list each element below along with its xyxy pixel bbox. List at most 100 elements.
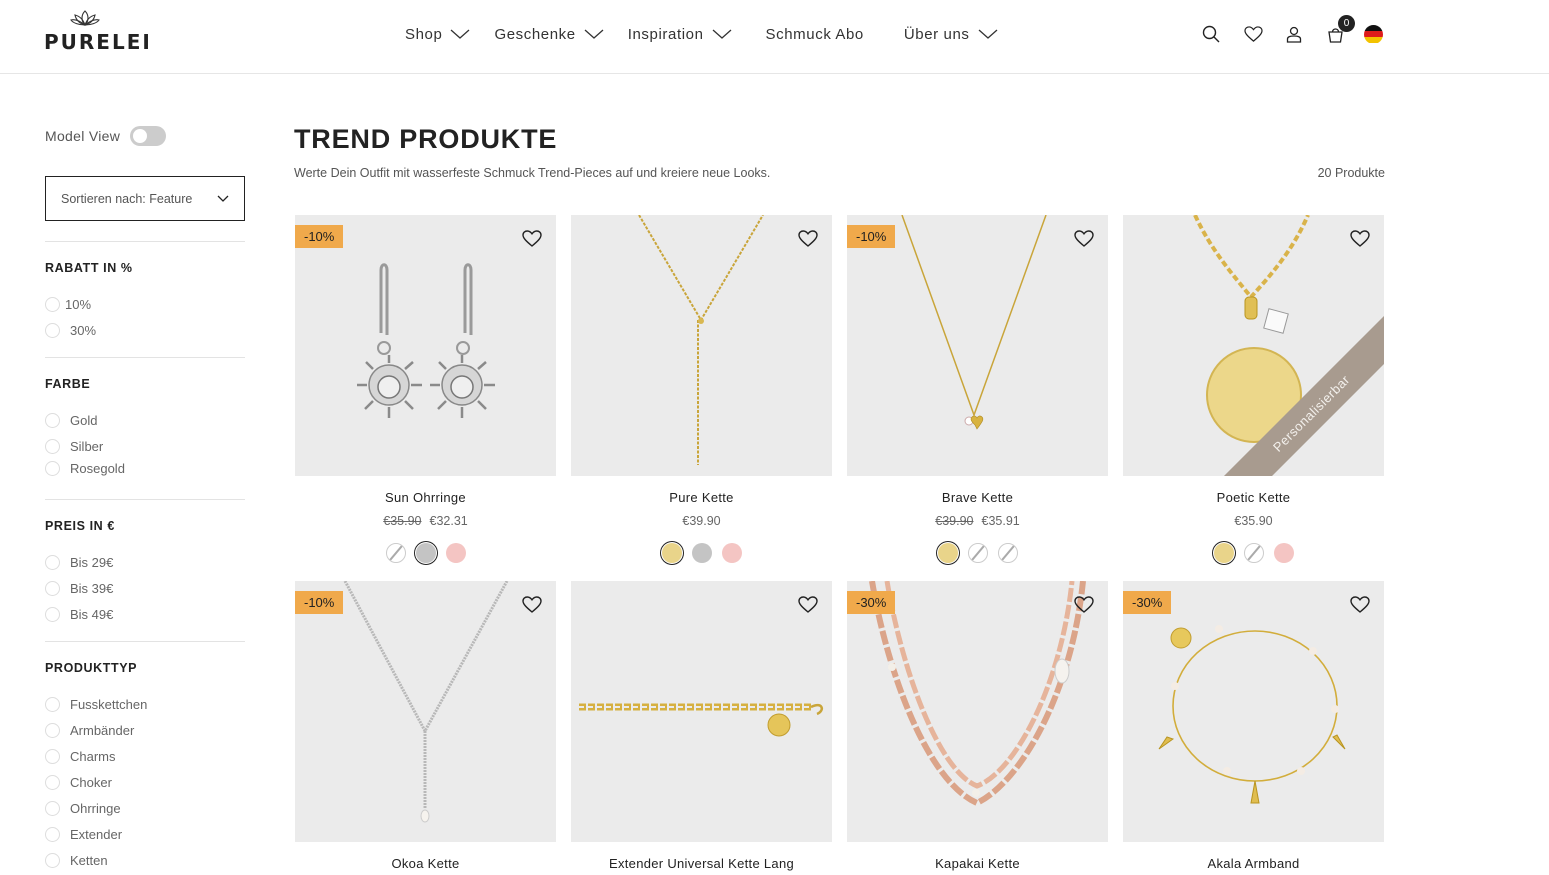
search-button[interactable] [1200,23,1222,45]
filter-option[interactable]: Fusskettchen [45,697,147,712]
user-icon [1286,26,1302,43]
swatch-rose[interactable] [445,543,466,563]
heart-icon[interactable] [798,230,818,248]
radio-button[interactable] [45,461,60,476]
filter-option[interactable]: Rosegold [45,461,125,476]
swatch-rose-unavailable[interactable] [997,543,1018,563]
product-card[interactable]: Pure Kette €39.90 [571,215,832,563]
radio-button[interactable] [45,297,60,312]
swatch-gold[interactable] [661,543,682,563]
filter-option[interactable]: Armbänder [45,723,134,738]
product-image[interactable]: -10% [847,215,1108,476]
product-image[interactable]: Personalisierbar [1123,215,1384,476]
filter-option[interactable]: Charms [45,749,116,764]
radio-button[interactable] [45,413,60,428]
swatch-rose[interactable] [1273,543,1294,563]
nav-item-shop[interactable]: Shop [405,24,470,44]
sort-label: Sortieren nach: Feature [61,191,193,206]
swatch-gold[interactable] [937,543,958,563]
heart-icon[interactable] [1074,230,1094,248]
current-price: €35.90 [1234,514,1273,528]
swatch-silver-unavailable[interactable] [1243,543,1264,563]
heart-icon[interactable] [1074,596,1094,614]
product-card[interactable]: -30% Akala Armband [1123,581,1384,871]
heart-icon[interactable] [1350,596,1370,614]
filter-option-label: Fusskettchen [70,697,148,712]
product-name[interactable]: Sun Ohrringe [295,490,556,505]
flag-de-icon[interactable] [1364,24,1383,44]
swatch-silver-unavailable[interactable] [967,543,988,563]
product-name[interactable]: Akala Armband [1123,856,1384,871]
product-card[interactable]: Personalisierbar Poetic Kette €35.90 [1123,215,1384,563]
nav-item-inspiration[interactable]: Inspiration [628,24,732,44]
radio-button[interactable] [45,323,60,338]
product-card[interactable]: -10% Sun Ohrringe €35.90 €32.31 [295,215,556,563]
model-view-toggle[interactable] [130,126,167,146]
kapakai-necklace-image [869,581,1086,807]
product-name[interactable]: Poetic Kette [1123,490,1384,505]
radio-button[interactable] [45,607,60,622]
radio-button[interactable] [45,853,60,868]
product-card[interactable]: -10% Okoa Kette [295,581,556,871]
product-name[interactable]: Brave Kette [847,490,1108,505]
filter-option-label: Ohrringe [70,801,121,816]
radio-button[interactable] [45,555,60,570]
nav-item-geschenke[interactable]: Geschenke [494,24,604,44]
product-card[interactable]: Extender Universal Kette Lang [571,581,832,871]
wishlist-button[interactable] [1242,23,1264,45]
nav-item-schmuck-abo[interactable]: Schmuck Abo [766,24,864,44]
product-name[interactable]: Pure Kette [571,490,832,505]
page-subtitle: Werte Dein Outfit mit wasserfeste Schmuc… [294,166,771,180]
heart-icon[interactable] [798,596,818,614]
product-image[interactable]: -30% [1123,581,1384,842]
product-name[interactable]: Okoa Kette [295,856,556,871]
cart-button[interactable]: 0 [1324,15,1355,45]
filter-option[interactable]: Bis 29€ [45,555,113,570]
product-image[interactable] [571,215,832,476]
filter-option[interactable]: Ohrringe [45,801,121,816]
product-image[interactable]: -30% [847,581,1108,842]
swatch-silver[interactable] [415,543,436,563]
color-swatches [571,543,832,563]
filter-option[interactable]: Bis 39€ [45,581,113,596]
nav-item-ueber-uns[interactable]: Über uns [904,24,998,44]
account-button[interactable] [1283,23,1305,45]
filter-option[interactable]: 30% [45,323,96,338]
radio-button[interactable] [45,801,60,816]
filter-option[interactable]: Extender [45,827,122,842]
radio-button[interactable] [45,723,60,738]
radio-button[interactable] [45,827,60,842]
product-image[interactable]: -10% [295,215,556,476]
product-card[interactable]: -10% Brave Kette €39.90 €35.91 [847,215,1108,563]
filter-title: RABATT IN % [45,261,133,275]
filter-option[interactable]: Silber [45,439,103,454]
filter-option[interactable]: Choker [45,775,112,790]
product-name[interactable]: Kapakai Kette [847,856,1108,871]
radio-button[interactable] [45,775,60,790]
product-card[interactable]: -30% Kapakai Kette [847,581,1108,871]
product-image[interactable] [571,581,832,842]
swatch-silver[interactable] [691,543,712,563]
heart-icon[interactable] [1350,230,1370,248]
heart-icon[interactable] [522,230,542,248]
color-swatches [295,543,556,563]
swatch-rose[interactable] [721,543,742,563]
filter-option[interactable]: Bis 49€ [45,607,113,622]
swatch-gold-unavailable[interactable] [385,543,406,563]
product-price: €39.90 [571,514,832,528]
nav-label: Geschenke [494,25,576,43]
radio-button[interactable] [45,697,60,712]
filter-option[interactable]: Ketten [45,853,108,868]
radio-button[interactable] [45,749,60,764]
filter-option[interactable]: 10% [45,297,91,312]
heart-icon[interactable] [522,596,542,614]
radio-button[interactable] [45,439,60,454]
logo[interactable]: PURELEI [44,9,150,61]
filter-option[interactable]: Gold [45,413,97,428]
current-price: €35.91 [981,514,1020,528]
swatch-gold[interactable] [1213,543,1234,563]
radio-button[interactable] [45,581,60,596]
sort-dropdown[interactable]: Sortieren nach: Feature [45,176,245,221]
product-name[interactable]: Extender Universal Kette Lang [571,856,832,871]
product-image[interactable]: -10% [295,581,556,842]
